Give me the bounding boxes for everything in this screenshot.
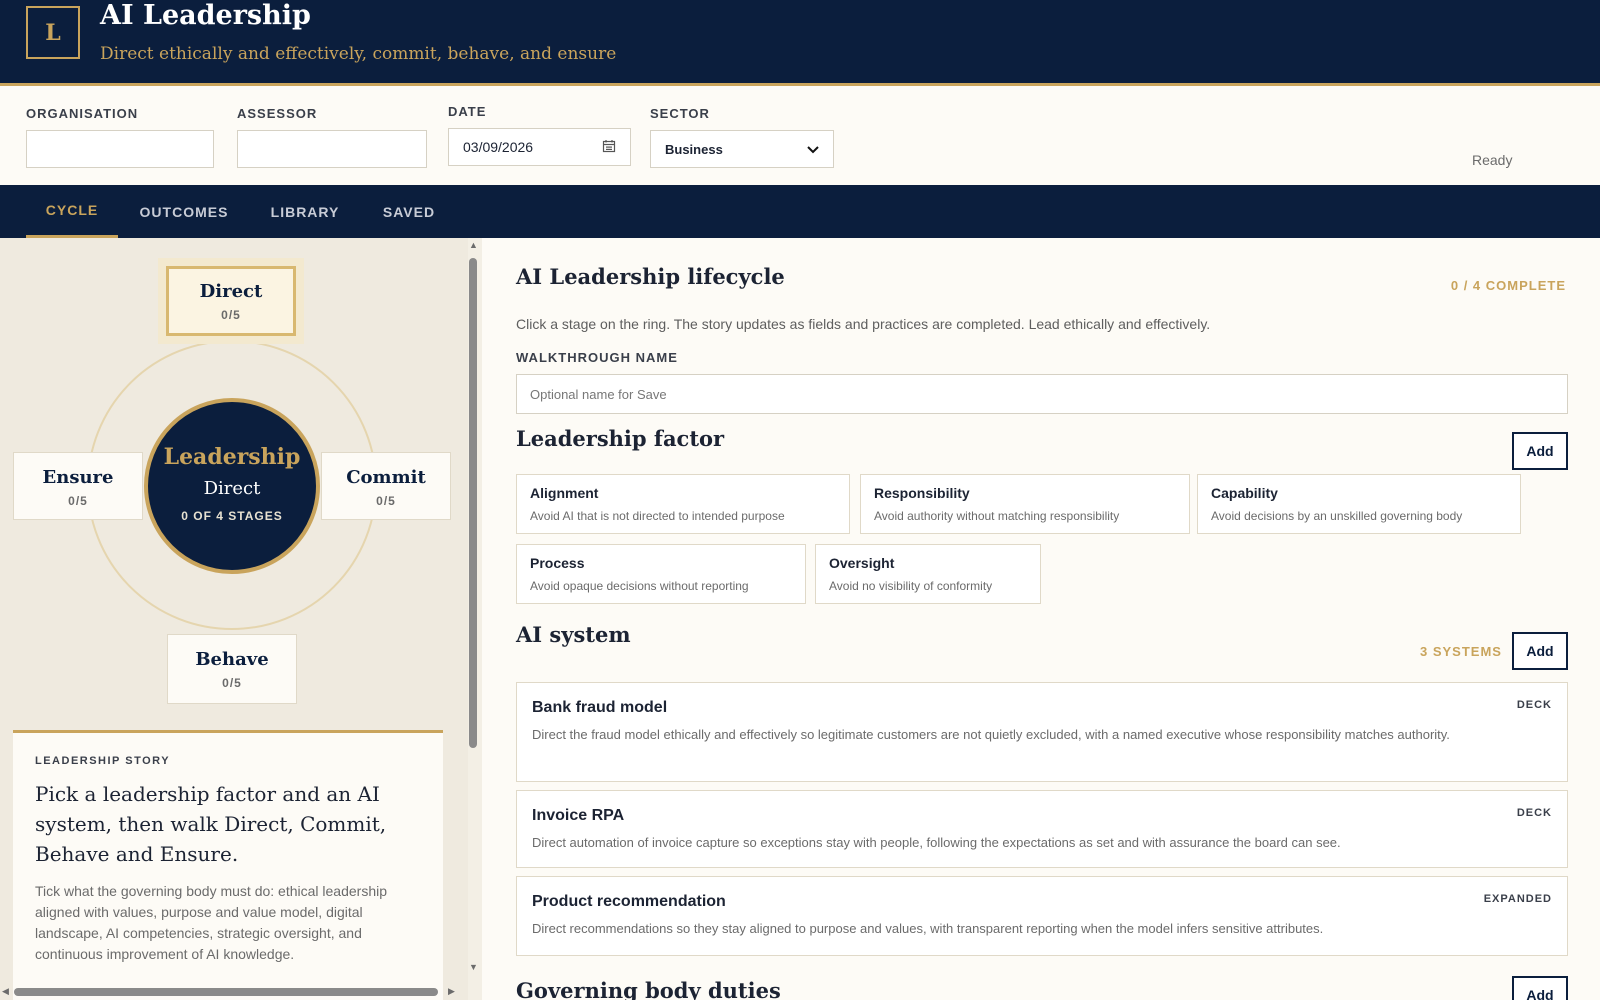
calendar-icon[interactable]	[602, 139, 616, 156]
stage-name: Direct	[199, 281, 263, 302]
factor-desc: Avoid authority without matching respons…	[874, 509, 1120, 523]
assessor-label: ASSESSOR	[237, 106, 318, 121]
factor-card-process[interactable]: Process Avoid opaque decisions without r…	[516, 544, 806, 604]
system-name: Bank fraud model	[532, 699, 668, 716]
date-label: DATE	[448, 104, 487, 119]
factor-name: Responsibility	[874, 485, 970, 501]
sector-select[interactable]: Business	[650, 130, 834, 168]
stage-count: 0/5	[221, 308, 241, 322]
system-desc: Direct recommendations so they stay alig…	[532, 921, 1324, 936]
hub-title: Leadership	[163, 444, 301, 470]
walkthrough-label: WALKTHROUGH NAME	[516, 350, 678, 365]
lifecycle-title: AI Leadership lifecycle	[516, 264, 785, 289]
stage-count: 0/5	[222, 676, 242, 690]
factor-card-capability[interactable]: Capability Avoid decisions by an unskill…	[1197, 474, 1521, 534]
cycle-hub[interactable]: Leadership Direct 0 OF 4 STAGES	[144, 398, 320, 574]
system-card-invoice-rpa[interactable]: Invoice RPA DECK Direct automation of in…	[516, 790, 1568, 868]
sector-field-group: SECTOR Business	[650, 106, 834, 168]
tab-cycle[interactable]: CYCLE	[26, 185, 118, 238]
scroll-down-icon[interactable]: ▼	[469, 962, 478, 972]
date-value: 03/09/2026	[463, 139, 534, 155]
lifecycle-intro: Click a stage on the ring. The story upd…	[516, 316, 1211, 332]
lifecycle-panel: AI Leadership lifecycle 0 / 4 COMPLETE C…	[482, 238, 1600, 1000]
system-tag: DECK	[1516, 807, 1552, 819]
system-desc: Direct the fraud model ethically and eff…	[532, 727, 1450, 742]
stage-count: 0/5	[68, 494, 88, 508]
organisation-field-group: ORGANISATION	[26, 106, 214, 168]
add-system-button[interactable]: Add	[1512, 632, 1568, 670]
factor-name: Capability	[1211, 485, 1278, 501]
assessor-input[interactable]	[237, 130, 427, 168]
scroll-right-icon[interactable]: ▶	[448, 986, 455, 997]
stage-name: Behave	[195, 649, 269, 670]
completion-counter: 0 / 4 COMPLETE	[1450, 278, 1566, 293]
scroll-left-icon[interactable]: ◀	[2, 986, 9, 997]
factor-desc: Avoid decisions by an unskilled governin…	[1211, 509, 1463, 523]
stage-node-commit[interactable]: Commit 0/5	[321, 452, 451, 520]
factor-desc: Avoid no visibility of conformity	[829, 579, 993, 593]
hub-stage-count: 0 OF 4 STAGES	[181, 509, 283, 523]
add-factor-button[interactable]: Add	[1512, 432, 1568, 470]
chevron-down-icon	[807, 142, 819, 157]
stage-node-ensure[interactable]: Ensure 0/5	[13, 452, 143, 520]
date-input[interactable]: 03/09/2026	[448, 128, 631, 166]
story-headline: Pick a leadership factor and an AI syste…	[35, 782, 387, 866]
cycle-panel: Leadership Direct 0 OF 4 STAGES Direct 0…	[0, 238, 468, 1000]
tab-library[interactable]: LIBRARY	[262, 185, 348, 238]
hub-current-stage: Direct	[203, 478, 261, 499]
factor-name: Process	[530, 555, 585, 571]
assessor-field-group: ASSESSOR	[237, 106, 427, 168]
app-subtitle: Direct ethically and effectively, commit…	[100, 44, 617, 64]
system-tag: EXPANDED	[1483, 893, 1552, 905]
systems-count: 3 SYSTEMS	[1420, 644, 1502, 659]
system-card-product-recommendation[interactable]: Product recommendation EXPANDED Direct r…	[516, 876, 1568, 956]
sector-label: SECTOR	[650, 106, 710, 121]
ai-system-title: AI system	[516, 622, 631, 647]
factor-card-alignment[interactable]: Alignment Avoid AI that is not directed …	[516, 474, 850, 534]
factor-desc: Avoid AI that is not directed to intende…	[530, 509, 785, 523]
leadership-story-card: LEADERSHIP STORY Pick a leadership facto…	[13, 730, 443, 1000]
scroll-up-icon[interactable]: ▲	[469, 240, 478, 250]
system-tag: DECK	[1516, 699, 1552, 711]
stage-name: Commit	[346, 467, 426, 488]
app-header: L AI Leadership Direct ethically and eff…	[0, 0, 1600, 86]
left-panel-vertical-scrollbar[interactable]: ▲ ▼	[466, 240, 480, 975]
add-duty-button[interactable]: Add	[1512, 976, 1568, 1000]
system-desc: Direct automation of invoice capture so …	[532, 835, 1341, 850]
tab-saved[interactable]: SAVED	[374, 185, 444, 238]
tab-outcomes[interactable]: OUTCOMES	[134, 185, 234, 238]
story-label: LEADERSHIP STORY	[35, 755, 171, 767]
organisation-input[interactable]	[26, 130, 214, 168]
factor-desc: Avoid opaque decisions without reporting	[530, 579, 749, 593]
story-body: Tick what the governing body must do: et…	[35, 883, 388, 962]
leadership-factor-title: Leadership factor	[516, 426, 725, 451]
system-card-bank-fraud-model[interactable]: Bank fraud model DECK Direct the fraud m…	[516, 682, 1568, 782]
main-tab-bar: CYCLE OUTCOMES LIBRARY SAVED	[0, 185, 1600, 238]
stage-name: Ensure	[42, 467, 114, 488]
organisation-label: ORGANISATION	[26, 106, 139, 121]
walkthrough-name-input[interactable]: Optional name for Save	[516, 374, 1568, 414]
factor-card-oversight[interactable]: Oversight Avoid no visibility of conform…	[815, 544, 1041, 604]
stage-node-direct[interactable]: Direct 0/5	[166, 266, 296, 336]
status-indicator: Ready	[1472, 152, 1513, 168]
app-title: AI Leadership	[100, 0, 311, 31]
assessment-form-bar: ORGANISATION ASSESSOR DATE 03/09/2026 SE…	[0, 86, 1600, 185]
vertical-scroll-thumb[interactable]	[469, 258, 477, 748]
stage-count: 0/5	[376, 494, 396, 508]
factor-card-responsibility[interactable]: Responsibility Avoid authority without m…	[860, 474, 1190, 534]
horizontal-scroll-thumb[interactable]	[14, 988, 438, 996]
system-name: Product recommendation	[532, 893, 726, 910]
factor-name: Oversight	[829, 555, 895, 571]
left-panel-horizontal-scrollbar[interactable]: ◀ ▶	[0, 984, 460, 1000]
system-name: Invoice RPA	[532, 807, 625, 824]
factor-name: Alignment	[530, 485, 599, 501]
stage-node-behave[interactable]: Behave 0/5	[167, 634, 297, 704]
governing-body-duties-title: Governing body duties	[516, 978, 781, 1000]
sector-value: Business	[665, 141, 723, 157]
app-logo: L	[26, 6, 80, 59]
date-field-group: DATE 03/09/2026	[448, 104, 631, 166]
